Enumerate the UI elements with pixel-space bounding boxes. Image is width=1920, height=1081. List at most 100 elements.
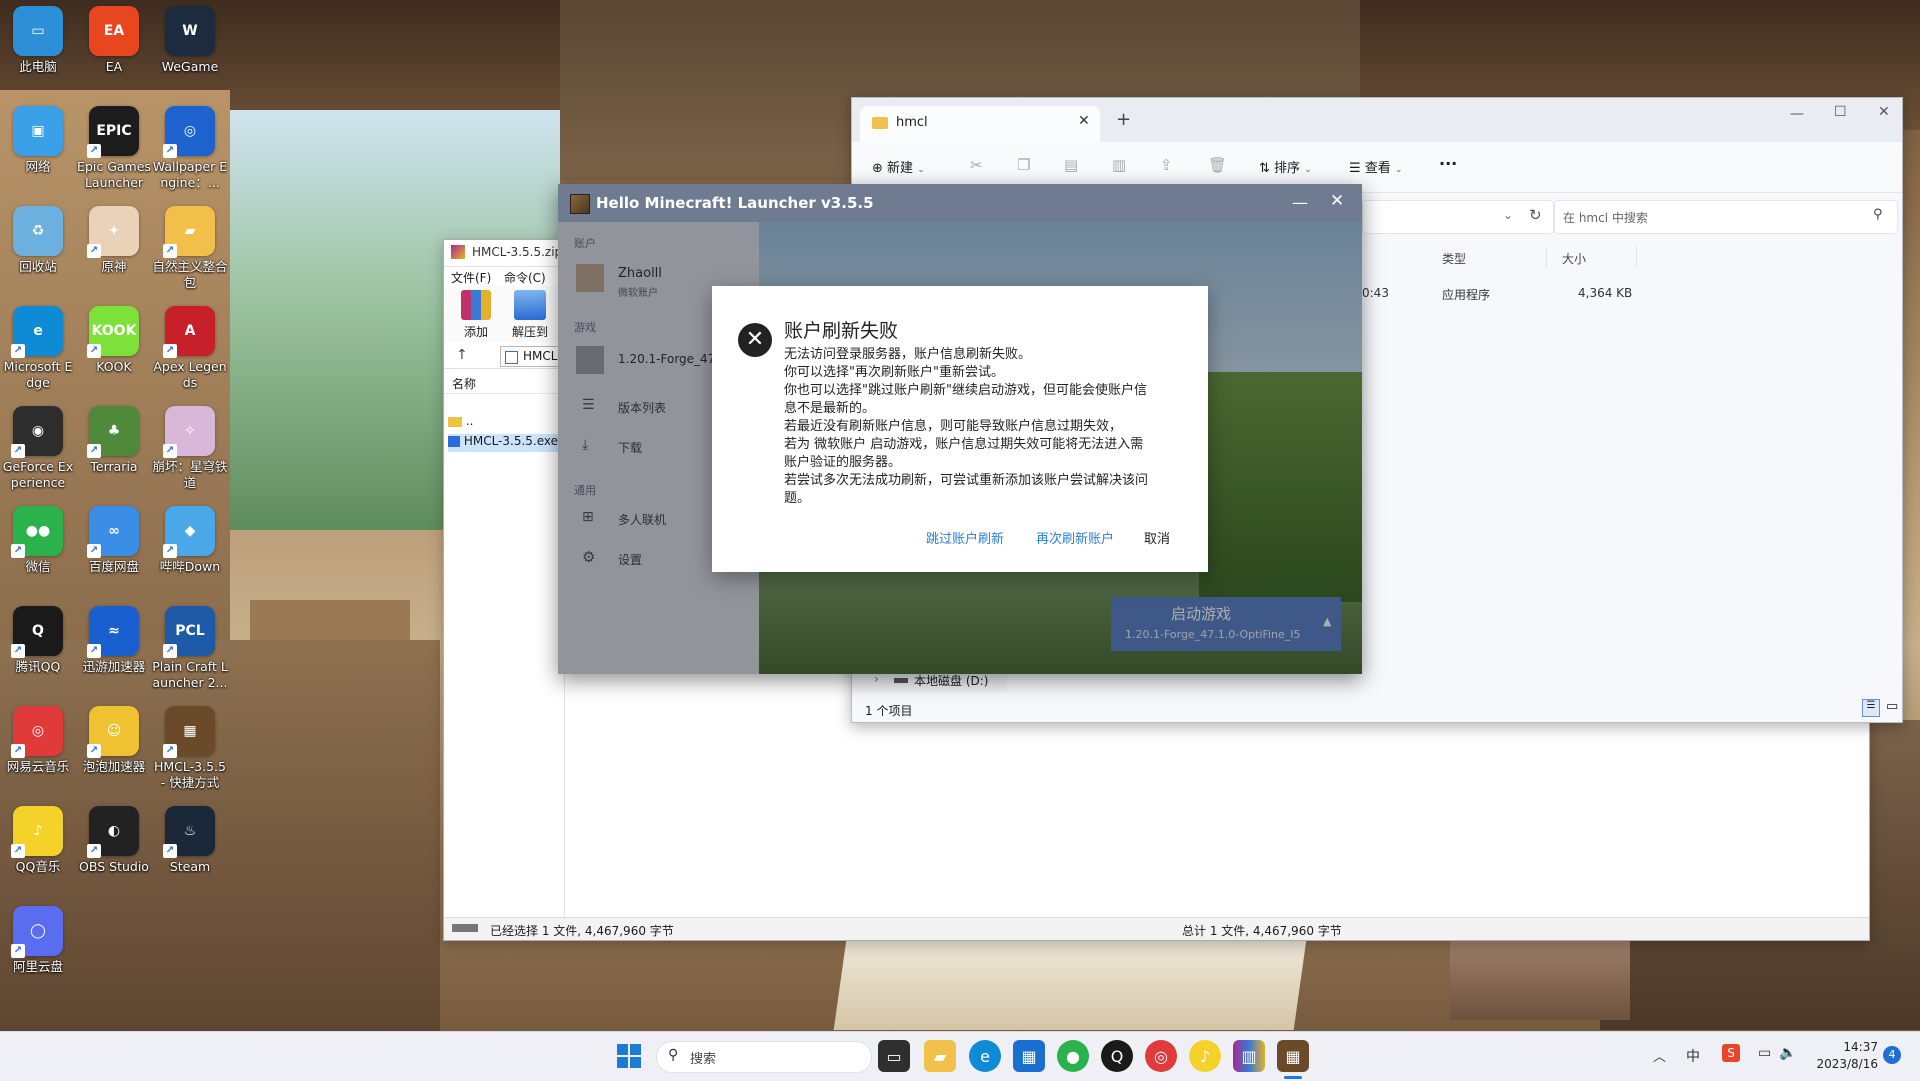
cut-icon[interactable]: ✂ [970,156,983,174]
netease-music-taskbar-icon[interactable]: ◎ [1145,1040,1177,1072]
hmcl-icon: ▦ ↗ [163,706,215,758]
close-icon[interactable]: ✕ [1878,104,1890,120]
desktop-icon[interactable]: ♻ 回收站 [0,203,76,301]
address-field[interactable]: ⌄ ↻ [1362,200,1554,234]
sort-button[interactable]: ⇅ 排序 ⌄ [1259,157,1312,176]
minimize-icon[interactable]: — [1790,106,1804,122]
desktop-icon[interactable]: EA EA [76,3,152,101]
network-icon[interactable]: ▭ [1758,1045,1771,1061]
tab-hmcl[interactable]: hmcl ✕ [860,106,1100,142]
desktop-icon[interactable]: ▦ ↗ HMCL-3.5.5 - 快捷方式 [152,703,228,801]
search-icon[interactable]: ⚲ [1873,207,1883,222]
winrar-menu-command[interactable]: 命令(C) [504,269,546,286]
winrar-extract-button[interactable]: 解压到 [510,290,550,340]
search-icon: ⚲ [668,1047,679,1063]
shortcut-arrow-icon: ↗ [87,244,101,258]
chevron-right-icon[interactable]: › [874,672,879,686]
winrar-menu-file[interactable]: 文件(F) [451,269,491,286]
desktop-icon[interactable]: ◎ ↗ Wallpaper Engine：... [152,103,228,201]
sogou-icon[interactable]: S [1722,1044,1740,1062]
desktop-icon[interactable]: ▰ ↗ 自然主义整合包 [152,203,228,301]
desktop-icon[interactable]: W WeGame [152,3,228,101]
start-button[interactable] [613,1040,645,1072]
active-app-indicator [1284,1076,1302,1079]
close-icon[interactable]: ✕ [1330,191,1344,211]
qq-music-taskbar-icon[interactable]: ♪ [1189,1040,1221,1072]
desktop-icon[interactable]: ◎ ↗ 网易云音乐 [0,703,76,801]
maximize-icon[interactable]: ☐ [1834,104,1847,120]
tab-title: hmcl [896,115,928,130]
desktop-icon[interactable]: ≈ ↗ 迅游加速器 [76,603,152,701]
winrar-taskbar-icon[interactable]: ▥ [1233,1040,1265,1072]
desktop-icon[interactable]: EPIC ↗ Epic Games Launcher [76,103,152,201]
chevron-up-icon[interactable]: ︿ [1653,1046,1666,1065]
refresh-icon[interactable]: ↻ [1529,206,1542,224]
desktop-icon[interactable]: ▣ 网络 [0,103,76,201]
tiles-view-icon[interactable]: ▭ [1886,699,1898,714]
folder-extract-icon [514,290,546,320]
more-options-button[interactable]: ··· [1439,154,1457,173]
notification-badge[interactable]: 4 [1883,1046,1901,1064]
desktop-icon[interactable]: ✧ ↗ 崩坏：星穹铁道 [152,403,228,501]
desktop-icon[interactable]: A ↗ Apex Legends [152,303,228,401]
up-arrow-icon[interactable]: ↑ [456,347,468,363]
desktop-icon[interactable]: ◆ ↗ 哔哔Down [152,503,228,601]
retry-refresh-button[interactable]: 再次刷新账户 [1036,528,1114,547]
minimize-icon[interactable]: — [1292,193,1308,212]
winrar-col-name[interactable]: 名称 [452,375,476,392]
desktop-icon[interactable]: ●● ↗ 微信 [0,503,76,601]
desktop-icon[interactable]: ♪ ↗ QQ音乐 [0,803,76,901]
shortcut-arrow-icon: ↗ [87,544,101,558]
desktop-icon[interactable]: ▭ 此电脑 [0,3,76,101]
file-explorer-taskbar-icon[interactable]: ▰ [924,1040,956,1072]
desktop-icon[interactable]: ◯ ↗ 阿里云盘 [0,903,76,1001]
volume-icon[interactable]: 🔈 [1779,1045,1796,1061]
list-item[interactable]: HMCL-3.5.5.exe [448,434,562,452]
ime-indicator[interactable]: 中 [1686,1046,1700,1066]
table-row[interactable]: 0:43 应用程序 4,364 KB [1362,283,1902,305]
paste-icon[interactable]: ▤ [1064,156,1078,174]
desktop-icon[interactable]: ◐ ↗ OBS Studio [76,803,152,901]
search-input[interactable]: 在 hmcl 中搜索 ⚲ [1554,200,1898,234]
desktop-icon[interactable]: PCL ↗ Plain Craft Launcher 2... [152,603,228,701]
wechat-taskbar-icon[interactable]: ● [1057,1040,1089,1072]
qq-taskbar-icon[interactable]: Q [1101,1040,1133,1072]
cancel-button[interactable]: 取消 [1144,528,1170,547]
chevron-down-icon[interactable]: ⌄ [1503,208,1513,222]
task-view-icon[interactable]: ▭ [878,1040,910,1072]
view-button[interactable]: ☰ 查看 ⌄ [1349,157,1403,176]
winrar-add-button[interactable]: 添加 [456,290,496,340]
copy-icon[interactable]: ❐ [1017,156,1030,174]
column-type[interactable]: 类型 [1442,250,1466,267]
genshin-icon: ✦ ↗ [87,206,139,258]
rename-icon[interactable]: ▥ [1112,156,1126,174]
details-view-icon[interactable]: ☰ [1862,699,1880,717]
desktop-icon[interactable]: ♨ ↗ Steam [152,803,228,901]
desktop-icon[interactable]: ✦ ↗ 原神 [76,203,152,301]
row-time: 0:43 [1362,286,1389,300]
skip-refresh-button[interactable]: 跳过账户刷新 [926,528,1004,547]
column-size[interactable]: 大小 [1562,250,1586,267]
explorer-titlebar[interactable]: hmcl ✕ + — ☐ ✕ [852,98,1902,142]
desktop-icon-label: EA [105,59,123,74]
close-tab-icon[interactable]: ✕ [1078,113,1090,129]
store-taskbar-icon[interactable]: ▦ [1013,1040,1045,1072]
desktop-icon[interactable]: ∞ ↗ 百度网盘 [76,503,152,601]
desktop-icon[interactable]: ♣ ↗ Terraria [76,403,152,501]
new-tab-button[interactable]: + [1116,109,1131,130]
hmcl-titlebar[interactable]: Hello Minecraft! Launcher v3.5.5 — ✕ [558,184,1362,222]
delete-icon[interactable]: 🗑 [1208,156,1227,174]
desktop-icon[interactable]: Q ↗ 腾讯QQ [0,603,76,701]
desktop-icon[interactable]: ☺ ↗ 泡泡加速器 [76,703,152,801]
desktop-icon[interactable]: e ↗ Microsoft Edge [0,303,76,401]
desktop-icon[interactable]: ◉ ↗ GeForce Experience [0,403,76,501]
taskbar-search[interactable]: ⚲ 搜索 [656,1041,872,1073]
clock[interactable]: 14:37 2023/8/16 [1812,1039,1878,1073]
steam-icon: ♨ ↗ [163,806,215,858]
edge-taskbar-icon[interactable]: e [969,1040,1001,1072]
desktop-icon[interactable]: KOOK ↗ KOOK [76,303,152,401]
share-icon[interactable]: ⇪ [1160,156,1173,174]
hmcl-taskbar-icon[interactable]: ▦ [1277,1040,1309,1072]
new-button[interactable]: ⊕ 新建 ⌄ [872,157,925,176]
list-item[interactable]: .. [448,414,558,432]
